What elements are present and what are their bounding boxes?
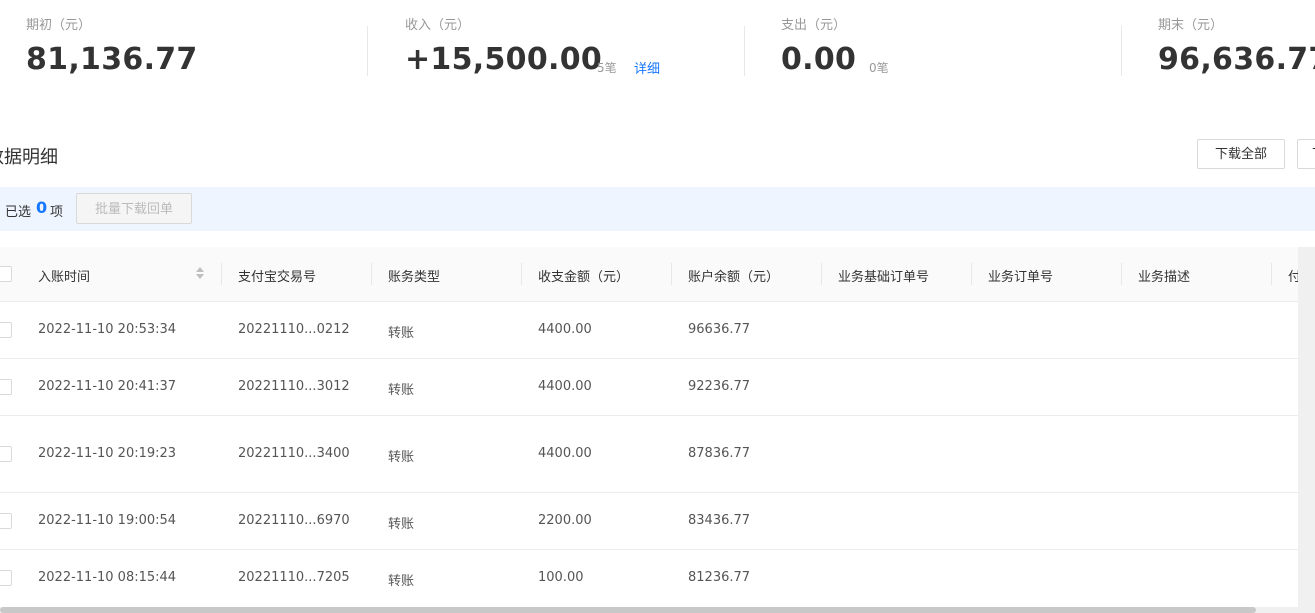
cell-balance: 92236.77 xyxy=(688,379,751,394)
summary-panel: 期初（元） 81,136.77 收入（元） +15,500.00 5笔 详细 支… xyxy=(0,0,1315,100)
column-header-amount: 收支金额（元） xyxy=(538,270,630,285)
section-title: 数据明细 xyxy=(0,147,58,168)
selection-bar: 已选 0 项 批量下载回单 xyxy=(0,187,1315,231)
row-checkbox[interactable] xyxy=(0,379,12,395)
horizontal-scrollbar-thumb[interactable] xyxy=(0,607,1256,613)
column-header-time[interactable]: 入账时间 xyxy=(38,266,90,285)
table-row[interactable]: 2022-11-10 08:15:44 20221110...7205 转账 1… xyxy=(0,550,1315,607)
cell-trade-no: 20221110...3400 xyxy=(238,446,350,461)
summary-divider xyxy=(744,26,745,76)
table-row[interactable]: 2022-11-10 20:19:23 20221110...3400 转账 4… xyxy=(0,416,1315,493)
row-checkbox[interactable] xyxy=(0,446,12,462)
table-header: 入账时间 支付宝交易号 账务类型 收支金额（元） 账户余额（元） 业务基础订单号… xyxy=(0,247,1315,302)
income-value: +15,500.00 xyxy=(405,42,603,77)
column-header-base-order-no: 业务基础订单号 xyxy=(838,270,930,285)
row-checkbox[interactable] xyxy=(0,570,12,586)
column-separator xyxy=(971,263,972,285)
row-checkbox[interactable] xyxy=(0,322,12,338)
column-separator xyxy=(1121,263,1122,285)
column-separator xyxy=(1271,263,1272,285)
selection-count: 0 xyxy=(36,198,48,217)
table-row[interactable]: 2022-11-10 19:00:54 20221110...6970 转账 2… xyxy=(0,493,1315,550)
column-header-type: 账务类型 xyxy=(388,270,441,285)
cell-trade-no: 20221110...7205 xyxy=(238,570,350,585)
selection-prefix: 已选 xyxy=(5,205,32,220)
cell-amount: 4400.00 xyxy=(538,379,592,394)
opening-balance-value: 81,136.77 xyxy=(26,42,198,77)
cell-amount: 100.00 xyxy=(538,570,584,585)
cell-trade-no: 20221110...3012 xyxy=(238,379,350,394)
batch-download-button[interactable]: 批量下载回单 xyxy=(76,193,192,224)
column-separator xyxy=(521,263,522,285)
column-header-order-no: 业务订单号 xyxy=(988,270,1054,285)
summary-divider xyxy=(367,26,368,76)
cell-trade-no: 20221110...0212 xyxy=(238,322,350,337)
cell-time: 2022-11-10 20:53:34 xyxy=(38,322,177,337)
cell-balance: 83436.77 xyxy=(688,513,751,528)
summary-divider xyxy=(1121,26,1122,76)
cell-amount: 2200.00 xyxy=(538,513,592,528)
expense-value: 0.00 xyxy=(781,42,857,77)
table-row[interactable]: 2022-11-10 20:53:34 20221110...0212 转账 4… xyxy=(0,302,1315,359)
closing-balance-value: 96,636.77 xyxy=(1158,42,1315,77)
cell-time: 2022-11-10 20:19:23 xyxy=(38,446,177,461)
sort-icon[interactable] xyxy=(195,266,205,282)
cell-time: 2022-11-10 20:41:37 xyxy=(38,379,177,394)
cell-type: 转账 xyxy=(388,326,415,341)
opening-balance-label: 期初（元） xyxy=(26,18,92,33)
cell-balance: 87836.77 xyxy=(688,446,751,461)
cell-amount: 4400.00 xyxy=(538,446,592,461)
cell-type: 转账 xyxy=(388,450,415,465)
expense-label: 支出（元） xyxy=(781,18,847,33)
cell-time: 2022-11-10 08:15:44 xyxy=(38,570,177,585)
select-all-checkbox[interactable] xyxy=(0,266,12,282)
column-separator xyxy=(821,263,822,285)
cell-type: 转账 xyxy=(388,574,415,589)
column-separator xyxy=(221,263,222,285)
closing-balance-label: 期末（元） xyxy=(1158,18,1224,33)
column-header-trade-no: 支付宝交易号 xyxy=(238,270,317,285)
cell-balance: 96636.77 xyxy=(688,322,751,337)
row-checkbox[interactable] xyxy=(0,513,12,529)
download-button[interactable]: 下 xyxy=(1297,139,1315,169)
vertical-scrollbar[interactable] xyxy=(1298,247,1315,613)
cell-time: 2022-11-10 19:00:54 xyxy=(38,513,177,528)
table-row[interactable]: 2022-11-10 20:41:37 20221110...3012 转账 4… xyxy=(0,359,1315,416)
income-detail-link[interactable]: 详细 xyxy=(634,58,660,77)
cell-trade-no: 20221110...6970 xyxy=(238,513,350,528)
cell-balance: 81236.77 xyxy=(688,570,751,585)
cell-type: 转账 xyxy=(388,383,415,398)
column-separator xyxy=(371,263,372,285)
expense-count: 0笔 xyxy=(869,61,889,75)
column-header-description: 业务描述 xyxy=(1138,270,1191,285)
cell-amount: 4400.00 xyxy=(538,322,592,337)
download-all-button[interactable]: 下载全部 xyxy=(1197,139,1285,169)
cell-type: 转账 xyxy=(388,517,415,532)
column-header-balance: 账户余额（元） xyxy=(688,270,780,285)
column-separator xyxy=(671,263,672,285)
income-count: 5笔 xyxy=(597,61,617,75)
selection-suffix: 项 xyxy=(50,205,64,220)
income-label: 收入（元） xyxy=(405,18,471,33)
